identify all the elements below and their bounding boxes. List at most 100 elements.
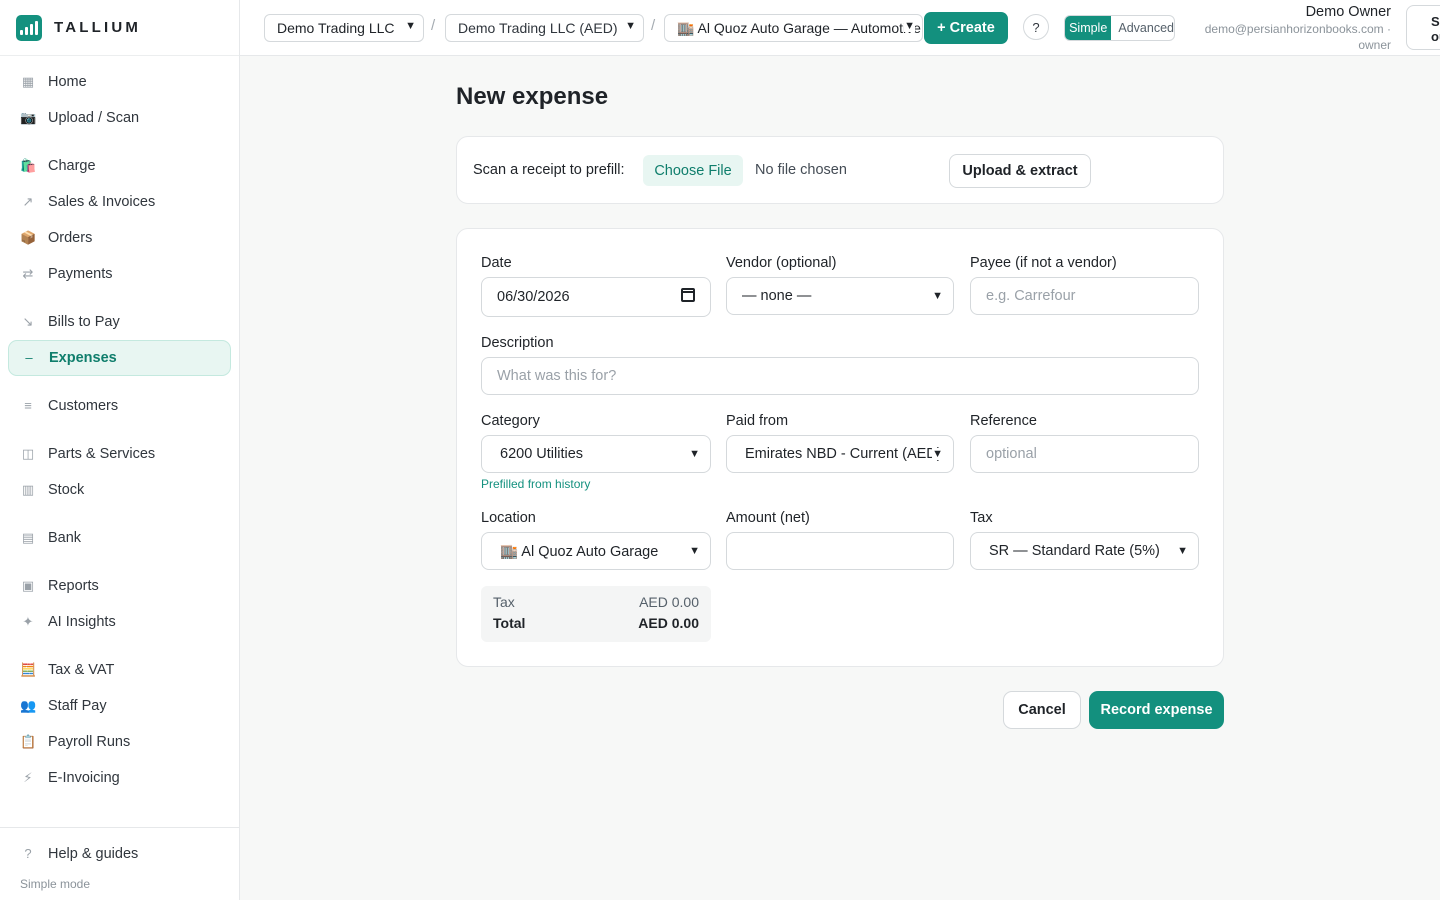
columns-icon: ▥ (21, 482, 35, 497)
calendar-icon[interactable] (681, 288, 695, 302)
vendor-value: — none — (742, 288, 812, 304)
sidebar-item-orders[interactable]: 📦 Orders (8, 220, 231, 256)
choose-file-button[interactable]: Choose File (643, 155, 743, 186)
receipt-scan-card: Scan a receipt to prefill: Choose File N… (456, 136, 1224, 204)
sidebar-item-reports[interactable]: ▣ Reports (8, 568, 231, 604)
sidebar-item-label: Expenses (49, 350, 117, 366)
paid-from-select[interactable]: Emirates NBD - Current (AED) ▼ (726, 435, 954, 473)
sidebar-item-tax-vat[interactable]: 🧮 Tax & VAT (8, 652, 231, 688)
create-button[interactable]: + Create (924, 12, 1008, 44)
sidebar-item-label: Parts & Services (48, 446, 156, 462)
totals-summary: Tax AED 0.00 Total AED 0.00 (481, 586, 711, 642)
sidebar-item-stock[interactable]: ▥ Stock (8, 472, 231, 508)
sidebar-item-label: Charge (48, 158, 96, 174)
chevron-down-icon: ▼ (625, 20, 636, 32)
tax-select[interactable]: SR — Standard Rate (5%) ▼ (970, 532, 1199, 570)
sparkle-icon: ✦ (22, 614, 34, 629)
help-icon: ? (24, 846, 32, 861)
summary-tax-label: Tax (493, 594, 515, 610)
total-summary-row: Total AED 0.00 (493, 615, 699, 631)
category-label: Category (481, 413, 540, 429)
date-value: 06/30/2026 (497, 289, 570, 305)
brand[interactable]: TALLIUM (0, 0, 239, 56)
sidebar-item-customers[interactable]: ≡ Customers (8, 388, 231, 424)
swap-arrows-icon: ⇄ (22, 266, 34, 281)
summary-total-label: Total (493, 615, 526, 631)
sidebar-item-label: Payroll Runs (48, 734, 131, 750)
chevron-down-icon: ▼ (904, 20, 915, 32)
logo-icon (16, 14, 42, 41)
location-field-value: 🏬 Al Quoz Auto Garage (500, 543, 659, 560)
sidebar-item-payments[interactable]: ⇄ Payments (8, 256, 231, 292)
sidebar-item-label: Sales & Invoices (48, 194, 156, 210)
sidebar-item-sales-invoices[interactable]: ↗ Sales & Invoices (8, 184, 231, 220)
vendor-select[interactable]: — none — ▼ (726, 277, 954, 315)
topbar: Demo Trading LLC ▼ / Demo Trading LLC (A… (240, 0, 1440, 56)
mode-advanced-button[interactable]: Advanced (1111, 16, 1174, 40)
breadcrumb-separator: / (431, 17, 436, 34)
paid-from-value: Emirates NBD - Current (AED) (745, 446, 942, 462)
help-button[interactable]: ? (1023, 14, 1049, 40)
cancel-button[interactable]: Cancel (1003, 691, 1081, 729)
upload-extract-button[interactable]: Upload & extract (949, 154, 1091, 188)
company-select-value: Demo Trading LLC (277, 20, 395, 36)
mode-simple-button[interactable]: Simple (1065, 16, 1112, 40)
camera-icon: 📷 (20, 110, 37, 125)
location-select[interactable]: 🏬 Al Quoz Auto Garage — Automotive ▼ (664, 14, 923, 42)
payee-placeholder: e.g. Carrefour (986, 288, 1076, 304)
paid-from-label: Paid from (726, 413, 789, 429)
payee-input[interactable]: e.g. Carrefour (970, 277, 1199, 315)
location-field-select[interactable]: 🏬 Al Quoz Auto Garage ▼ (481, 532, 711, 570)
sidebar-item-home[interactable]: ▦ Home (8, 64, 231, 100)
category-select[interactable]: 6200 Utilities ▼ (481, 435, 711, 473)
record-expense-button[interactable]: Record expense (1089, 691, 1224, 729)
sidebar-item-e-invoicing[interactable]: ⚡ E-Invoicing (8, 760, 231, 796)
file-status: No file chosen (755, 162, 847, 178)
abacus-icon: 🧮 (20, 662, 37, 677)
box-icon: ◫ (21, 446, 35, 461)
sidebar-item-ai-insights[interactable]: ✦ AI Insights (8, 604, 231, 640)
chevron-down-icon: ▼ (932, 290, 943, 302)
report-icon: ▣ (21, 578, 35, 593)
sidebar-item-label: Customers (48, 398, 119, 414)
mode-toggle: Simple Advanced (1064, 15, 1175, 41)
scan-label: Scan a receipt to prefill: (473, 162, 625, 178)
sidebar-item-bank[interactable]: ▤ Bank (8, 520, 231, 556)
brand-name: TALLIUM (54, 19, 142, 36)
sidebar-item-label: Home (48, 74, 87, 90)
sidebar-item-label: Bills to Pay (48, 314, 120, 330)
description-input[interactable]: What was this for? (481, 357, 1199, 395)
sign-out-button[interactable]: Sign out (1406, 5, 1440, 50)
sidebar-item-staff-pay[interactable]: 👥 Staff Pay (8, 688, 231, 724)
ledger-select[interactable]: Demo Trading LLC (AED) ▼ (445, 14, 644, 42)
sidebar-item-help[interactable]: ? Help & guides (8, 836, 231, 872)
vendor-label: Vendor (optional) (726, 255, 837, 271)
grid-icon: ▦ (21, 74, 35, 89)
sidebar-item-label: AI Insights (48, 614, 116, 630)
reference-input[interactable]: optional (970, 435, 1199, 473)
category-value: 6200 Utilities (500, 446, 584, 462)
company-select[interactable]: Demo Trading LLC ▼ (264, 14, 424, 42)
amount-input[interactable] (726, 532, 954, 570)
sidebar: TALLIUM ▦ Home 📷 Upload / Scan 🛍️ Charge… (0, 0, 240, 900)
sidebar-item-payroll-runs[interactable]: 📋 Payroll Runs (8, 724, 231, 760)
sidebar-item-label: E-Invoicing (48, 770, 120, 786)
reference-placeholder: optional (986, 446, 1037, 462)
date-field[interactable]: 06/30/2026 (481, 277, 711, 317)
sidebar-item-bills-to-pay[interactable]: ↘ Bills to Pay (8, 304, 231, 340)
sidebar-item-label: Payments (48, 266, 113, 282)
user-name: Demo Owner (1305, 4, 1391, 20)
location-select-value: 🏬 Al Quoz Auto Garage — Automotive (677, 19, 921, 36)
package-icon: 📦 (20, 230, 37, 245)
sidebar-item-charge[interactable]: 🛍️ Charge (8, 148, 231, 184)
sidebar-item-parts-services[interactable]: ◫ Parts & Services (8, 436, 231, 472)
ledger-select-value: Demo Trading LLC (AED) (458, 20, 618, 36)
clipboard-icon: 📋 (20, 734, 37, 749)
sidebar-item-upload-scan[interactable]: 📷 Upload / Scan (8, 100, 231, 136)
expense-form: Date 06/30/2026 Vendor (optional) — none… (456, 228, 1224, 667)
amount-label: Amount (net) (726, 510, 810, 526)
description-placeholder: What was this for? (497, 368, 617, 384)
sidebar-item-label: Upload / Scan (48, 110, 140, 126)
sidebar-item-expenses[interactable]: – Expenses (8, 340, 231, 376)
location-label: Location (481, 510, 536, 526)
